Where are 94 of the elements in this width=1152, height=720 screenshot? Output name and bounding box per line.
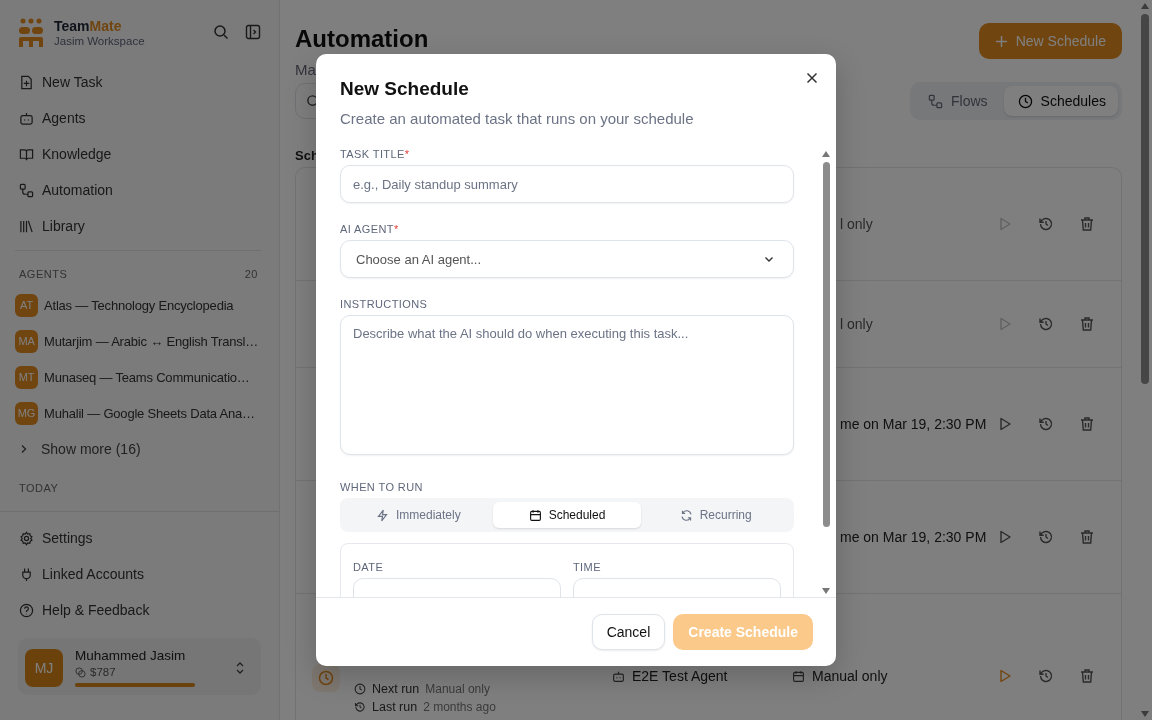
play-icon[interactable] [997,529,1013,545]
field-label: DATE [353,561,385,573]
next-run-value: Manual only [425,682,490,696]
agent-name: E2E Test Agent [632,668,728,684]
flow-icon [19,182,34,198]
schedule-text: me on Mar 19, 2:30 PM [840,416,987,432]
next-run-label: Next run [372,682,420,696]
scroll-up-icon[interactable] [1141,3,1149,9]
robot-icon [19,110,34,126]
history-icon[interactable] [1038,529,1054,545]
agent-item[interactable]: MG Muhalil — Google Sheets Data Ana… [15,395,267,431]
cancel-button[interactable]: Cancel [591,614,666,650]
field-label: WHEN TO RUN [340,481,424,493]
gear-icon [19,530,34,546]
delete-icon[interactable] [1079,316,1095,332]
logo-icon [18,17,44,47]
show-more-link[interactable]: Show more (16) [15,431,261,467]
task-title-field[interactable]: e.g., Daily standup summary [340,165,794,203]
dialog-title: New Schedule [340,78,470,100]
nav-item[interactable]: Automation [15,172,261,208]
instructions-field[interactable]: Describe what the AI should do when executing this task... [340,315,794,455]
schedule-text: l only [840,316,873,332]
lightning-icon [376,508,389,522]
nav-item[interactable]: Knowledge [15,136,261,172]
coins-icon [75,666,86,678]
history-icon [354,701,366,713]
library-icon [19,218,34,234]
plug-icon [19,566,34,582]
dialog-subtitle: Create an automated task that runs on your schedule [340,110,695,127]
book-icon [19,146,34,162]
page-title: Automation [295,25,429,53]
history-icon[interactable] [1038,216,1054,232]
nav-item[interactable]: Agents [15,100,261,136]
robot-icon [612,669,625,683]
scroll-down-icon[interactable] [1141,711,1149,717]
nav-item[interactable]: New Task [15,64,261,100]
nav-item[interactable]: Settings [15,520,261,556]
last-run-value: 2 months ago [423,700,496,714]
section-heading: AGENTS [19,268,68,280]
sidebar-toggle-icon[interactable] [245,24,261,40]
field-label: TIME [573,561,602,573]
delete-icon[interactable] [1079,668,1095,684]
agent-count: 20 [244,268,258,280]
schedule-text: me on Mar 19, 2:30 PM [840,529,987,545]
clock-icon [354,683,366,695]
new-task-icon [19,74,34,90]
user-name: Muhammed Jasim [75,648,187,663]
nav-item[interactable]: Help & Feedback [15,592,261,628]
delete-icon[interactable] [1079,216,1095,232]
calendar-icon [792,669,805,683]
plus-icon [994,34,1008,48]
run-mode-option[interactable]: Recurring [641,502,790,528]
view-tab[interactable]: Schedules [1003,86,1118,116]
schedule-text: Manual only [812,668,888,684]
history-icon[interactable] [1038,668,1054,684]
run-mode-option[interactable]: Immediately [344,502,493,528]
field-label: AI AGENT* [340,223,400,235]
scroll-up-icon[interactable] [822,151,830,157]
close-icon[interactable] [806,72,818,84]
play-icon[interactable] [997,668,1013,684]
search-icon[interactable] [213,24,229,40]
calendar-icon [528,508,542,522]
section-heading: TODAY [19,482,59,494]
expand-icon[interactable] [235,660,245,675]
view-tab[interactable]: Flows [914,86,1000,116]
play-icon[interactable] [997,416,1013,432]
agent-select[interactable]: Choose an AI agent... [340,240,794,278]
clock-icon [312,664,340,692]
refresh-icon [679,508,693,522]
brand-name: TeamMate [54,17,123,34]
delete-icon[interactable] [1079,416,1095,432]
scroll-down-icon[interactable] [822,588,830,594]
field-label: TASK TITLE* [340,148,411,160]
workspace-name: Jasim Workspace [54,34,146,47]
page-subtitle: Ma [295,61,317,78]
last-run-label: Last run [372,700,418,714]
help-icon [19,602,34,618]
field-label: INSTRUCTIONS [340,298,429,310]
user-avatar: MJ [25,648,63,687]
credit-balance: $787 [90,666,116,678]
history-icon[interactable] [1038,416,1054,432]
nav-item[interactable]: Linked Accounts [15,556,261,592]
user-card[interactable]: MJ Muhammed Jasim $787 [18,638,261,695]
agent-item[interactable]: MT Munaseq — Teams Communicatio… [15,359,267,395]
schedule-text: l only [840,216,873,232]
run-mode-option[interactable]: Scheduled [492,502,642,528]
agent-item[interactable]: MA Mutarjim — Arabic ↔ English Transl… [15,323,267,359]
delete-icon[interactable] [1079,529,1095,545]
chevron-right-icon [19,444,29,454]
clock-icon [1017,93,1033,109]
nav-item[interactable]: Library [15,208,261,244]
agent-item[interactable]: AT Atlas — Technology Encyclopedia [15,287,267,323]
history-icon[interactable] [1038,316,1054,332]
flow-icon [928,93,944,109]
